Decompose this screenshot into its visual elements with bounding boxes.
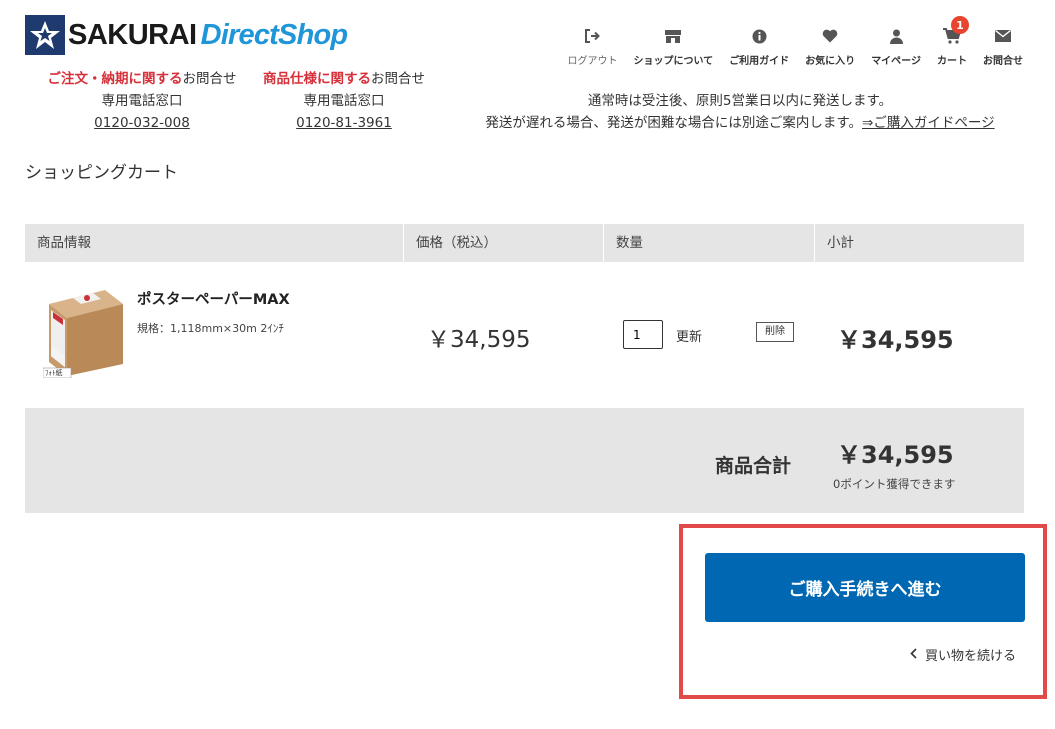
item-subtotal: ￥34,595	[837, 326, 954, 354]
heart-icon	[822, 26, 838, 46]
nav-favorites[interactable]: お気に入り	[797, 26, 863, 67]
nav-cart-label: カート	[937, 56, 967, 67]
star-logo-icon	[25, 15, 65, 55]
info-icon	[752, 26, 767, 46]
purchase-guide-link[interactable]: ⇒ご購入ガイドページ	[862, 115, 995, 131]
spec-contact-heading: 商品仕様に関するお問合せ	[258, 68, 430, 90]
quantity-input[interactable]	[623, 320, 663, 349]
order-contact-suffix: お問合せ	[182, 71, 237, 87]
nav-cart[interactable]: 1 カート	[929, 16, 975, 67]
product-image-tag: ﾌｫﾄ紙	[45, 369, 63, 377]
product-spec: 規格：1,118mm×30m 2ｲﾝﾁ	[137, 322, 284, 335]
continue-shopping-label: 買い物を続ける	[925, 649, 1017, 664]
total-label: 商品合計	[715, 455, 792, 477]
nav-about-label: ショップについて	[633, 56, 714, 67]
spec-contact-suffix: お問合せ	[371, 71, 425, 87]
shipping-line1: 通常時は受注後、原則5営業日以内に発送します。	[587, 93, 893, 109]
cart-table-header: 商品情報 価格（税込） 数量 小計	[25, 224, 1024, 262]
total-value: ￥34,595	[837, 441, 954, 469]
nav-mypage[interactable]: マイページ	[863, 26, 929, 67]
logout-icon	[584, 26, 601, 46]
shipping-notice: 通常時は受注後、原則5営業日以内に発送します。 発送が遅れる場合、発送が困難な場…	[430, 90, 1050, 134]
nav-contact-label: お問合せ	[983, 56, 1023, 67]
header-nav: ログアウト ショップについて ご利用ガイド お気に入り マイページ 1 カート	[559, 16, 1031, 67]
header-subtotal: 小計	[827, 235, 854, 251]
header-quantity: 数量	[604, 224, 815, 262]
spec-contact-block: 商品仕様に関するお問合せ 専用電話窓口 0120-81-3961	[258, 68, 430, 134]
order-contact-heading: ご注文・納期に関するお問合せ	[44, 68, 240, 90]
nav-guide-label: ご利用ガイド	[729, 56, 790, 67]
nav-logout-label: ログアウト	[567, 56, 618, 67]
update-button[interactable]: 更新	[676, 326, 702, 345]
order-phone-link[interactable]: 0120-032-008	[94, 115, 190, 131]
cart-count-badge: 1	[951, 16, 969, 34]
cart-summary: 商品合計 ￥34,595 0ポイント獲得できます	[25, 408, 1024, 513]
cart-table: 商品情報 価格（税込） 数量 小計 ﾌｫﾄ紙 ポスターペーパーMAX 規格：1,…	[25, 224, 1024, 408]
site-logo[interactable]: SAKURAI DirectShop	[25, 14, 348, 56]
order-contact-prefix: ご注文・納期に関する	[47, 71, 183, 87]
store-icon	[664, 26, 682, 46]
product-price: ￥34,595	[427, 327, 531, 353]
order-contact-sub: 専用電話窓口	[101, 93, 183, 109]
chevron-left-icon	[910, 647, 917, 663]
nav-contact[interactable]: お問合せ	[975, 26, 1031, 67]
mail-icon	[995, 26, 1011, 46]
header-price: 価格（税込）	[404, 224, 604, 262]
nav-logout[interactable]: ログアウト	[559, 26, 625, 67]
spec-phone-link[interactable]: 0120-81-3961	[296, 115, 392, 131]
header-product-info: 商品情報	[25, 224, 404, 262]
nav-favorites-label: お気に入り	[805, 56, 856, 67]
checkout-button[interactable]: ご購入手続きへ進む	[705, 553, 1025, 622]
logo-shop: DirectShop	[200, 18, 348, 51]
logo-brand: SAKURAI	[68, 18, 197, 51]
shipping-line2: 発送が遅れる場合、発送が困難な場合には別途ご案内します。	[485, 115, 863, 131]
spec-contact-prefix: 商品仕様に関する	[263, 71, 371, 87]
user-icon	[889, 26, 904, 46]
cart-item-row: ﾌｫﾄ紙 ポスターペーパーMAX 規格：1,118mm×30m 2ｲﾝﾁ ￥34…	[25, 262, 1024, 408]
product-name[interactable]: ポスターペーパーMAX	[137, 288, 290, 309]
delete-button[interactable]: 削除	[756, 322, 794, 342]
nav-guide[interactable]: ご利用ガイド	[721, 26, 797, 67]
product-image[interactable]: ﾌｫﾄ紙	[42, 282, 127, 379]
nav-about-shop[interactable]: ショップについて	[625, 26, 721, 67]
continue-shopping-link[interactable]: 買い物を続ける	[910, 645, 1016, 664]
order-contact-block: ご注文・納期に関するお問合せ 専用電話窓口 0120-032-008	[44, 68, 240, 134]
points-note: 0ポイント獲得できます	[833, 477, 956, 491]
spec-contact-sub: 専用電話窓口	[303, 93, 385, 109]
nav-mypage-label: マイページ	[871, 56, 921, 67]
page-title: ショッピングカート	[25, 163, 178, 183]
